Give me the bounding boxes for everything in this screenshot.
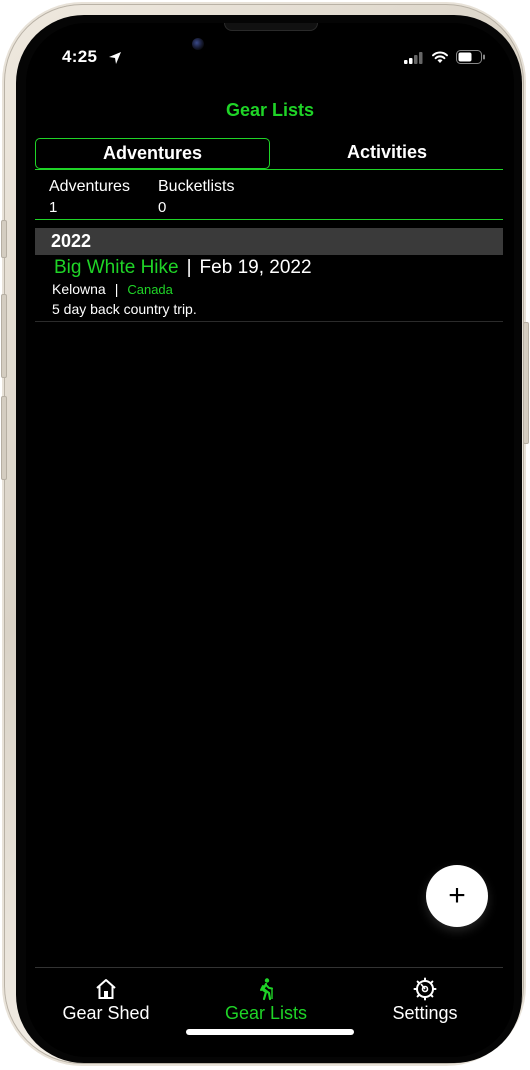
volume-up-button (1, 294, 7, 378)
speaker-grille (224, 23, 318, 31)
hiker-icon (260, 978, 273, 1001)
title-separator: | (186, 257, 192, 278)
status-time: 4:25 (62, 47, 98, 66)
location-separator: | (114, 281, 119, 297)
tab-settings[interactable]: Settings (350, 977, 500, 1024)
mute-switch (1, 220, 7, 258)
plus-icon: + (448, 879, 466, 912)
cellular-signal-icon (404, 52, 423, 64)
adventure-name[interactable]: Big White Hike (54, 257, 179, 278)
adventure-city: Kelowna (52, 281, 106, 297)
gear-icon (413, 977, 437, 1001)
list-item-title[interactable]: Big White Hike | Feb 19, 2022 (54, 257, 312, 279)
add-adventure-button[interactable]: + (426, 865, 488, 927)
tab-gear-lists-label: Gear Lists (224, 1003, 308, 1023)
tab-gear-shed[interactable]: Gear Shed (31, 977, 181, 1024)
stats-divider (35, 219, 503, 220)
home-indicator[interactable] (186, 1029, 354, 1035)
tab-adventures[interactable]: Adventures (35, 138, 270, 169)
tab-gear-shed-label: Gear Shed (62, 1003, 150, 1023)
stat-bucketlists-label: Bucketlists (158, 178, 235, 195)
tabbar-divider (35, 967, 503, 968)
page-title: Gear Lists (225, 100, 315, 120)
battery-icon (456, 50, 485, 64)
volume-down-button (1, 396, 7, 480)
section-header-year: 2022 (35, 228, 503, 255)
segment-underline (35, 169, 503, 170)
adventure-description: 5 day back country trip. (52, 301, 197, 317)
location-arrow-icon (109, 52, 121, 64)
list-item-divider (35, 321, 503, 322)
stat-bucketlists-value: 0 (158, 199, 167, 216)
screen: 4:25 Gear Lists Adventures Activities Ad… (26, 23, 514, 1057)
tab-gear-lists[interactable]: Gear Lists (191, 977, 341, 1024)
adventure-date: Feb 19, 2022 (199, 257, 312, 278)
tab-settings-label: Settings (392, 1003, 458, 1023)
wifi-icon (432, 51, 448, 63)
adventure-location: Kelowna | Canada (52, 281, 173, 297)
stat-adventures-value: 1 (49, 199, 58, 216)
section-year-label: 2022 (51, 231, 92, 251)
front-camera (192, 38, 204, 50)
power-button (523, 322, 529, 444)
adventure-country: Canada (127, 282, 173, 297)
house-icon (96, 979, 116, 999)
tab-activities[interactable]: Activities (271, 138, 503, 167)
stat-adventures-label: Adventures (49, 178, 130, 195)
